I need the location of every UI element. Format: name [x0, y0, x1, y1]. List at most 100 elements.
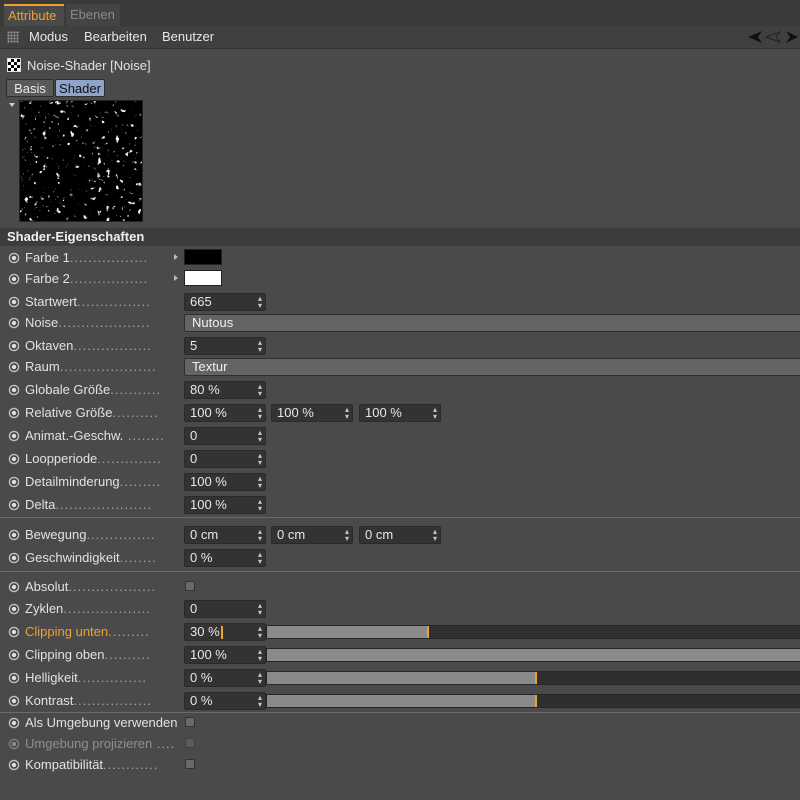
animate-radio-icon[interactable] [8, 476, 20, 488]
delta-field[interactable]: 100 % ▴ ▾ [184, 496, 266, 514]
label-helligkeit: Helligkeit............... [25, 670, 147, 685]
animate-radio-icon[interactable] [8, 626, 20, 638]
separator [0, 712, 800, 713]
loopperiode-field[interactable]: 0 ▴ ▾ [184, 450, 266, 468]
animate-radio-icon[interactable] [8, 672, 20, 684]
tab-shader[interactable]: Shader [55, 79, 105, 97]
animate-radio-icon[interactable] [8, 407, 20, 419]
menu-modus[interactable]: Modus [29, 29, 68, 44]
separator [0, 517, 800, 518]
startwert-field[interactable]: 665 ▴ ▾ [184, 293, 266, 311]
row-clipping-unten: Clipping unten......... 30 % ▴ ▾ [0, 623, 800, 643]
bewegung-x-field[interactable]: 0 cm ▴ ▾ [184, 526, 266, 544]
label-geschwindigkeit: Geschwindigkeit........ [25, 550, 157, 565]
globale-groesse-field[interactable]: 80 % ▴ ▾ [184, 381, 266, 399]
animate-radio-icon[interactable] [8, 552, 20, 564]
color-swatch-1[interactable] [184, 249, 222, 265]
animate-radio-icon[interactable] [8, 529, 20, 541]
spinner-icon: ▴ ▾ [257, 338, 262, 354]
label-oktaven: Oktaven................. [25, 338, 152, 353]
helligkeit-slider[interactable] [266, 671, 800, 685]
label-delta: Delta..................... [25, 497, 153, 512]
row-detailminderung: Detailminderung......... 100 % ▴ ▾ [0, 473, 800, 493]
row-als-umgebung: Als Umgebung verwenden [0, 714, 800, 734]
tab-ebenen[interactable]: Ebenen [66, 4, 120, 26]
tab-basis[interactable]: Basis [6, 79, 54, 97]
animate-radio-icon[interactable] [8, 453, 20, 465]
noise-dropdown[interactable]: Nutous [184, 314, 800, 332]
row-kompatibilitaet: Kompatibilität............ [0, 756, 800, 776]
bewegung-z-field[interactable]: 0 cm ▴ ▾ [359, 526, 441, 544]
spinner-icon: ▴ ▾ [257, 670, 262, 686]
menu-benutzer[interactable]: Benutzer [162, 29, 214, 44]
spinner-icon: ▴ ▾ [257, 451, 262, 467]
row-helligkeit: Helligkeit............... 0 % ▴ ▾ [0, 669, 800, 689]
preview-collapse-icon[interactable] [9, 103, 15, 107]
label-bewegung: Bewegung............... [25, 527, 156, 542]
umgebung-projizieren-checkbox [185, 738, 195, 748]
animate-radio-icon[interactable] [8, 649, 20, 661]
menu-bearbeiten[interactable]: Bearbeiten [84, 29, 147, 44]
animate-radio-icon[interactable] [8, 340, 20, 352]
clipping-oben-slider[interactable] [266, 648, 800, 662]
kompatibilitaet-checkbox[interactable] [185, 759, 195, 769]
animate-radio-icon[interactable] [8, 430, 20, 442]
noise-pattern-image [20, 101, 142, 221]
label-zyklen: Zyklen................... [25, 601, 151, 616]
label-kompatibilitaet: Kompatibilität............ [25, 757, 159, 772]
spinner-icon: ▴ ▾ [257, 647, 262, 663]
animate-radio-icon[interactable] [8, 361, 20, 373]
als-umgebung-checkbox[interactable] [185, 717, 195, 727]
spinner-icon: ▴ ▾ [344, 405, 349, 421]
animate-radio-icon[interactable] [8, 581, 20, 593]
row-zyklen: Zyklen................... 0 ▴ ▾ [0, 600, 800, 620]
spinner-icon: ▴ ▾ [257, 693, 262, 709]
animate-radio-icon[interactable] [8, 499, 20, 511]
oktaven-field[interactable]: 5 ▴ ▾ [184, 337, 266, 355]
label-relative-groesse: Relative Größe.......... [25, 405, 159, 420]
animate-radio-icon[interactable] [8, 252, 20, 264]
expand-arrow-icon[interactable] [174, 254, 178, 260]
animate-radio-icon[interactable] [8, 317, 20, 329]
zyklen-field[interactable]: 0 ▴ ▾ [184, 600, 266, 618]
kontrast-slider[interactable] [266, 694, 800, 708]
animate-radio-icon[interactable] [8, 717, 20, 729]
row-farbe-2: Farbe 2................. [0, 270, 800, 290]
clipping-oben-field[interactable]: 100 % ▴ ▾ [184, 646, 266, 664]
color-swatch-2[interactable] [184, 270, 222, 286]
raum-dropdown[interactable]: Textur [184, 358, 800, 376]
relative-groesse-y-field[interactable]: 100 % ▴ ▾ [271, 404, 353, 422]
nav-back-forward-icon[interactable] [746, 30, 800, 44]
section-header: Shader-Eigenschaften [0, 228, 800, 246]
label-clipping-oben: Clipping oben.......... [25, 647, 151, 662]
geschwindigkeit-field[interactable]: 0 % ▴ ▾ [184, 549, 266, 567]
animate-radio-icon[interactable] [8, 603, 20, 615]
spinner-icon: ▴ ▾ [257, 624, 262, 640]
row-umgebung-projizieren: Umgebung projizieren .... [0, 735, 800, 755]
animate-radio-icon[interactable] [8, 296, 20, 308]
spinner-icon: ▴ ▾ [257, 550, 262, 566]
absolut-checkbox[interactable] [185, 581, 195, 591]
grip-icon[interactable] [7, 31, 19, 43]
relative-groesse-x-field[interactable]: 100 % ▴ ▾ [184, 404, 266, 422]
label-absolut: Absolut................... [25, 579, 156, 594]
animate-radio-icon[interactable] [8, 695, 20, 707]
relative-groesse-z-field[interactable]: 100 % ▴ ▾ [359, 404, 441, 422]
clipping-unten-field[interactable]: 30 % ▴ ▾ [184, 623, 266, 641]
animat-geschw-field[interactable]: 0 ▴ ▾ [184, 427, 266, 445]
detailminderung-field[interactable]: 100 % ▴ ▾ [184, 473, 266, 491]
animate-radio-icon[interactable] [8, 273, 20, 285]
tab-attribute[interactable]: Attribute [4, 4, 64, 26]
menu-bar: Modus Bearbeiten Benutzer [0, 26, 800, 49]
helligkeit-field[interactable]: 0 % ▴ ▾ [184, 669, 266, 687]
spinner-icon: ▴ ▾ [257, 382, 262, 398]
clipping-unten-slider[interactable] [266, 625, 800, 639]
label-umgebung-projizieren: Umgebung projizieren .... [25, 736, 176, 751]
expand-arrow-icon[interactable] [174, 275, 178, 281]
animate-radio-icon[interactable] [8, 759, 20, 771]
row-noise: Noise.................... Nutous [0, 314, 800, 334]
animate-radio-icon[interactable] [8, 384, 20, 396]
kontrast-field[interactable]: 0 % ▴ ▾ [184, 692, 266, 710]
row-bewegung: Bewegung............... 0 cm ▴ ▾ 0 cm ▴ ▾ 0 … [0, 526, 800, 546]
bewegung-y-field[interactable]: 0 cm ▴ ▾ [271, 526, 353, 544]
